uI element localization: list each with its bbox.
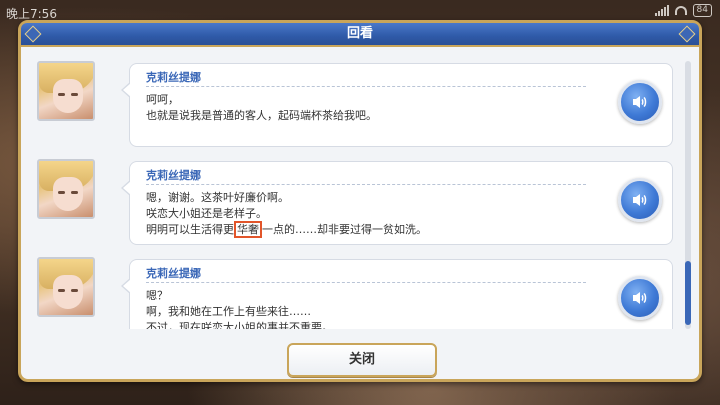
character-avatar (37, 257, 95, 317)
dialogue-bubble: 克莉丝提娜 呵呵， 也就是说我是普通的客人，起码端杯茶给我吧。 (121, 63, 673, 147)
speaker-volume-icon (633, 96, 647, 108)
scrollbar-thumb[interactable] (685, 261, 691, 325)
backlog-entry: 克莉丝提娜 嗯，谢谢。这茶叶好廉价啊。 咲恋大小姐还是老样子。 明明可以生活得更… (37, 159, 673, 251)
close-button[interactable]: 关闭 (287, 343, 437, 377)
character-avatar (37, 61, 95, 121)
play-voice-button[interactable] (618, 80, 662, 124)
dialogue-segment: 明明可以生活得更 (146, 223, 234, 236)
dialogue-text: 嗯？ 啊，我和她在工作上有些来往…… 不过，现在咲恋大小姐的事并不重要。 (146, 288, 586, 329)
battery-icon: 84 (692, 4, 712, 17)
dialogue-line: 嗯，谢谢。这茶叶好廉价啊。 (146, 191, 289, 204)
dialog-title-bar: 回看 (21, 23, 699, 47)
dialogue-text: 呵呵， 也就是说我是普通的客人，起码端杯茶给我吧。 (146, 92, 586, 124)
wifi-icon (674, 6, 687, 15)
dialogue-line: 啊，我和她在工作上有些来往…… (146, 305, 311, 318)
backlog-list[interactable]: 克莉丝提娜 呵呵， 也就是说我是普通的客人，起码端杯茶给我吧。 克莉丝提娜 嗯，… (37, 61, 673, 329)
backlog-entry: 克莉丝提娜 呵呵， 也就是说我是普通的客人，起码端杯茶给我吧。 (37, 61, 673, 153)
speaker-name: 克莉丝提娜 (146, 168, 586, 185)
dialogue-line: 嗯？ (146, 289, 168, 302)
speaker-name: 克莉丝提娜 (146, 70, 586, 87)
dialogue-line: 呵呵， (146, 93, 179, 106)
speaker-name: 克莉丝提娜 (146, 266, 586, 283)
backlog-dialog: 回看 克莉丝提娜 呵呵， 也就是说我是普通的客人，起码端杯茶给我吧。 克莉丝提娜… (18, 20, 702, 382)
dialogue-line: 也就是说我是普通的客人，起码端杯茶给我吧。 (146, 109, 377, 122)
dialogue-bubble: 克莉丝提娜 嗯，谢谢。这茶叶好廉价啊。 咲恋大小姐还是老样子。 明明可以生活得更… (121, 161, 673, 245)
backlog-entry: 克莉丝提娜 嗯？ 啊，我和她在工作上有些来往…… 不过，现在咲恋大小姐的事并不重… (37, 257, 673, 329)
dialogue-line: 明明可以生活得更 华奢 一点的……却非要过得一贫如洗。 (146, 221, 586, 238)
highlighted-term: 华奢 (234, 221, 262, 238)
title-ornament-right-icon (678, 25, 696, 43)
play-voice-button[interactable] (618, 276, 662, 320)
dialogue-line: 咲恋大小姐还是老样子。 (146, 207, 267, 220)
dialogue-bubble: 克莉丝提娜 嗯？ 啊，我和她在工作上有些来往…… 不过，现在咲恋大小姐的事并不重… (121, 259, 673, 329)
status-icons: 84 (654, 4, 712, 17)
dialogue-line: 不过，现在咲恋大小姐的事并不重要。 (146, 321, 333, 329)
dialogue-segment: 一点的……却非要过得一贫如洗。 (262, 223, 427, 236)
dialog-title: 回看 (346, 26, 373, 41)
signal-icon (654, 5, 669, 16)
dialogue-text: 嗯，谢谢。这茶叶好廉价啊。 咲恋大小姐还是老样子。 明明可以生活得更 华奢 一点的…… (146, 190, 586, 238)
system-status-bar: 晚上7:56 84 (0, 0, 720, 22)
backlog-scrollbar[interactable] (685, 61, 691, 329)
play-voice-button[interactable] (618, 178, 662, 222)
speaker-volume-icon (633, 194, 647, 206)
character-avatar (37, 159, 95, 219)
title-ornament-left-icon (24, 25, 42, 43)
speaker-volume-icon (633, 292, 647, 304)
